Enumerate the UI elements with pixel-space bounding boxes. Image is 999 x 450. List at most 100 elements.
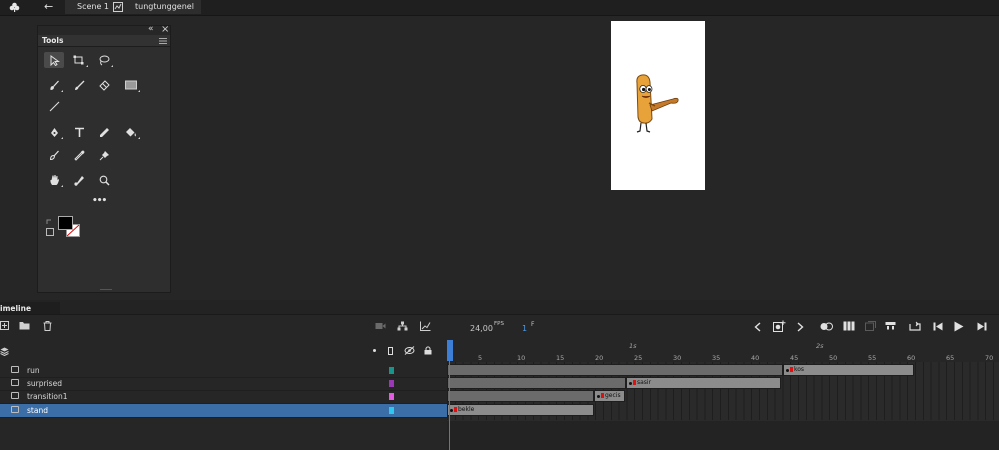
bone-tool[interactable] [69,172,89,188]
layer-outline-color-transition1[interactable] [389,393,394,400]
empty-span-transition1[interactable] [447,390,594,402]
eraser-tool[interactable] [94,77,114,93]
keyframe-span-transition1[interactable]: gecis [594,390,625,402]
symbol-breadcrumb[interactable]: tungtunggenel [135,2,194,11]
keyframe-span-stand[interactable]: bekle [447,404,594,416]
scene-breadcrumb[interactable]: Scene 1 [77,2,109,11]
more-tools-button[interactable]: ••• [92,196,107,206]
paint-brush-tool[interactable] [44,77,64,93]
layer-outline-color-stand[interactable] [389,407,394,414]
eyedropper-tool[interactable] [69,147,89,163]
frame-label-transition1: gecis [605,392,621,399]
insert-keyframe-button[interactable] [773,320,786,333]
keyframe-span-surprised[interactable]: sasir [626,377,781,389]
graph-editor-button[interactable] [420,321,431,331]
frame-row-transition1[interactable]: gecis [447,390,999,403]
layer-row-stand[interactable]: stand [0,404,447,418]
keyframe-span-run[interactable]: kos [783,364,914,376]
next-keyframe-button[interactable] [797,322,804,332]
rectangle-tool[interactable] [121,77,141,93]
camera-button[interactable] [375,322,386,330]
line-tool[interactable] [44,98,64,114]
previous-keyframe-button[interactable] [754,322,761,332]
close-panel-button[interactable]: × [161,24,169,35]
layer-name-stand[interactable]: stand [27,406,48,415]
frame-row-run[interactable]: kos [447,364,999,377]
free-transform-icon [73,55,84,64]
collapse-panel-button[interactable]: « [148,24,154,34]
layer-name-transition1[interactable]: transition1 [27,392,68,401]
layer-row-transition1[interactable]: transition1 [0,390,447,404]
layer-outline-color-run[interactable] [389,367,394,374]
layer-name-run[interactable]: run [27,366,40,375]
step-back-icon [933,322,943,331]
highlight-all-layers-icon[interactable] [373,349,376,352]
loop-button[interactable] [909,321,921,331]
panel-menu-icon[interactable] [159,37,167,46]
layers-stack-icon[interactable] [0,347,9,358]
pencil-tool[interactable] [94,124,114,140]
current-frame-value[interactable]: 1 [522,324,527,333]
selection-tool[interactable] [44,52,64,68]
delete-layer-button[interactable] [43,321,52,331]
tools-tab[interactable]: Tools [42,36,63,45]
panel-resize-handle[interactable] [100,289,112,290]
pen-tool[interactable] [44,124,64,140]
center-frame-icon [885,322,896,330]
playhead-line[interactable] [449,361,450,450]
trash-icon [43,321,52,331]
app-club-icon[interactable] [9,2,20,15]
empty-span-run[interactable] [447,364,783,376]
pin-tool[interactable] [94,147,114,163]
layer-type-icon [11,366,19,373]
new-folder-button[interactable] [19,321,30,330]
fps-value[interactable]: 24,00 [470,324,493,333]
tools-panel-header[interactable]: « × [38,24,170,35]
classic-brush-tool[interactable] [69,77,89,93]
onion-skin-button[interactable] [820,322,833,331]
pencil-icon [99,127,109,137]
timeline-tab-label: imeline [0,304,32,313]
layer-name-surprised[interactable]: surprised [27,379,62,388]
timeline-tab[interactable]: imeline [0,302,60,314]
stage[interactable] [611,21,705,190]
playhead-handle[interactable] [447,340,453,361]
time-ruler[interactable]: 1s 2s 5 10 15 20 25 30 35 40 45 50 55 60… [447,340,999,362]
frame-row-stand[interactable]: bekle [447,404,999,417]
new-layer-button[interactable] [0,321,9,330]
layer-row-surprised[interactable]: surprised [0,377,447,391]
text-tool[interactable] [69,124,89,140]
frame-row-surprised[interactable]: sasir [447,377,999,390]
paste-pose-button[interactable] [865,321,876,331]
play-button[interactable] [954,321,964,332]
paint-bucket-tool[interactable] [121,124,141,140]
layer-row-run[interactable]: run [0,364,447,378]
step-back-button[interactable] [933,322,943,331]
hide-all-layers-icon[interactable] [404,346,415,357]
outline-all-layers-icon[interactable] [388,347,393,355]
character-illustration[interactable] [631,73,683,143]
empty-span-surprised[interactable] [447,377,626,389]
center-frame-button[interactable] [885,321,896,330]
swap-colors-icon[interactable] [46,218,52,227]
loop-icon [909,321,921,331]
back-button[interactable]: ← [44,0,53,13]
frames-area[interactable]: 1s 2s 5 10 15 20 25 30 35 40 45 50 55 60… [447,340,999,450]
chevron-left-icon [754,322,761,332]
step-forward-button[interactable] [977,322,987,331]
lasso-tool[interactable] [94,52,114,68]
folder-icon [19,322,30,330]
edit-multiple-frames-button[interactable] [843,321,855,331]
lock-all-layers-icon[interactable] [424,346,432,357]
layer-outline-color-surprised[interactable] [389,380,394,387]
tools-panel: « × Tools ••• [37,24,171,293]
free-transform-tool[interactable] [69,52,89,68]
hand-tool[interactable] [44,172,64,188]
fluid-brush-tool[interactable] [44,147,64,163]
layer-parenting-button[interactable] [397,321,408,331]
zoom-tool[interactable] [94,172,114,188]
multiple-frames-icon [843,321,855,331]
default-colors-icon[interactable] [46,228,54,236]
symbol-icon [113,2,123,14]
stroke-color-swatch[interactable] [58,216,73,230]
